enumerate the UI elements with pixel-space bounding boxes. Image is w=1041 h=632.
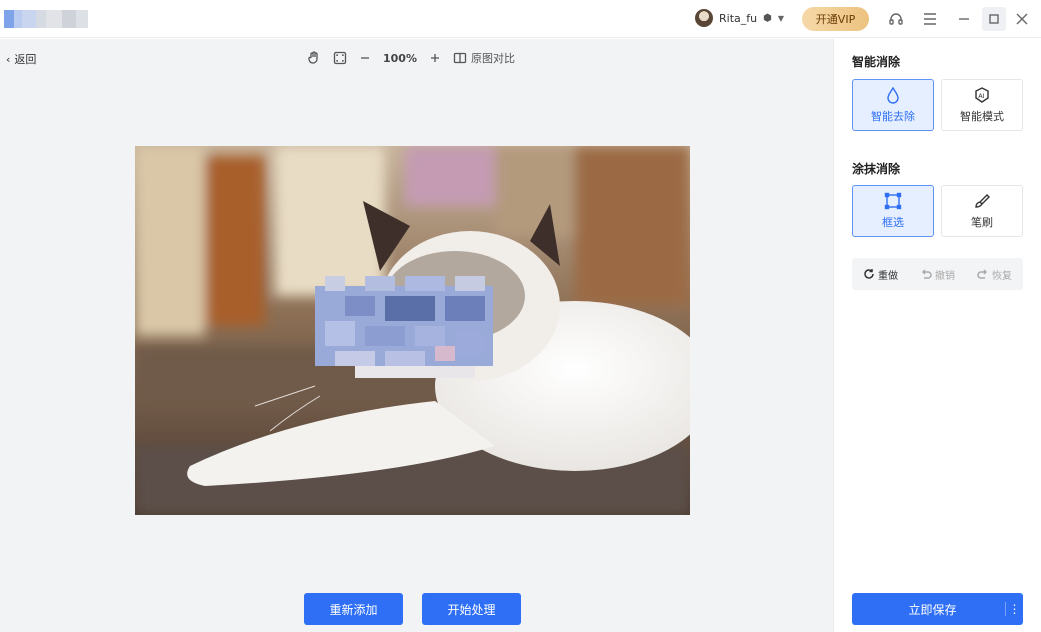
re-add-button[interactable]: 重新添加: [304, 593, 403, 625]
brush-icon: [975, 194, 990, 208]
box-select-label: 框选: [882, 216, 904, 229]
close-icon[interactable]: [1010, 7, 1034, 31]
badge-icon: ⬢: [763, 12, 772, 24]
undo-button[interactable]: 撤销: [920, 267, 955, 282]
headset-icon[interactable]: [884, 7, 908, 31]
back-label: 返回: [14, 53, 37, 66]
zoom-out-icon[interactable]: [359, 52, 371, 64]
zoom-level: 100%: [383, 51, 417, 65]
app-logo: [4, 10, 104, 28]
title-bar: Rita_fu ⬢ ▼ 开通VIP: [0, 0, 1041, 38]
redo-button[interactable]: 重做: [863, 267, 898, 282]
brush-option[interactable]: 笔刷: [941, 185, 1023, 237]
paint-remove-title: 涂抹消除: [852, 162, 901, 176]
avatar: [695, 9, 713, 27]
photo-canvas[interactable]: [135, 146, 690, 515]
zoom-in-icon[interactable]: [429, 52, 441, 64]
compare-label: 原图对比: [470, 52, 515, 65]
mosaic-overlay: [315, 276, 493, 378]
username: Rita_fu: [719, 11, 758, 25]
svg-text:AI: AI: [978, 92, 984, 100]
compare-button[interactable]: 原图对比: [453, 50, 515, 66]
user-menu[interactable]: Rita_fu ⬢ ▼: [695, 9, 784, 27]
compare-icon: [453, 52, 467, 64]
restore-button[interactable]: 恢复: [977, 267, 1012, 282]
brush-label: 笔刷: [971, 216, 993, 229]
fit-screen-icon[interactable]: [333, 51, 347, 65]
box-select-icon: [884, 192, 902, 210]
start-process-button[interactable]: 开始处理: [422, 593, 521, 625]
restore-label: 恢复: [992, 270, 1012, 282]
smart-mode-option[interactable]: AI 智能模式: [941, 79, 1023, 131]
vip-button[interactable]: 开通VIP: [802, 7, 869, 31]
smart-remove-title: 智能消除: [852, 55, 901, 69]
chevron-left-icon: ‹: [6, 52, 11, 66]
history-toolbar: 重做 撤销 恢复: [852, 258, 1023, 290]
undo-label: 撤销: [935, 270, 955, 282]
smart-remove-label: 智能去除: [871, 110, 915, 123]
canvas-area: ‹ 返回 100% 原图对比 重新添加 开始处理: [0, 39, 833, 632]
save-label: 立即保存: [908, 602, 957, 617]
undo-icon: [921, 269, 932, 279]
back-button[interactable]: ‹ 返回: [6, 51, 36, 67]
smart-remove-option[interactable]: 智能去除: [852, 79, 934, 131]
cat-photo: [135, 146, 690, 515]
maximize-icon[interactable]: [982, 7, 1006, 31]
tools-panel: 智能消除 智能去除 AI 智能模式 涂抹消除 框选 笔刷 重做 撤销 恢复 立即…: [833, 39, 1041, 632]
save-button[interactable]: 立即保存 ⋮: [852, 593, 1023, 625]
more-options-icon[interactable]: ⋮: [1005, 602, 1023, 616]
chevron-down-icon: ▼: [777, 13, 784, 23]
restore-icon: [977, 269, 988, 279]
box-select-option[interactable]: 框选: [852, 185, 934, 237]
drop-icon: [887, 86, 899, 104]
smart-mode-label: 智能模式: [960, 110, 1004, 123]
hand-tool-icon[interactable]: [307, 51, 321, 65]
redo-icon: [864, 269, 874, 279]
redo-label: 重做: [878, 270, 898, 282]
minimize-icon[interactable]: [952, 7, 976, 31]
menu-icon[interactable]: [918, 7, 942, 31]
view-toolbar: 100% 原图对比: [307, 48, 515, 68]
ai-icon: AI: [975, 87, 989, 103]
